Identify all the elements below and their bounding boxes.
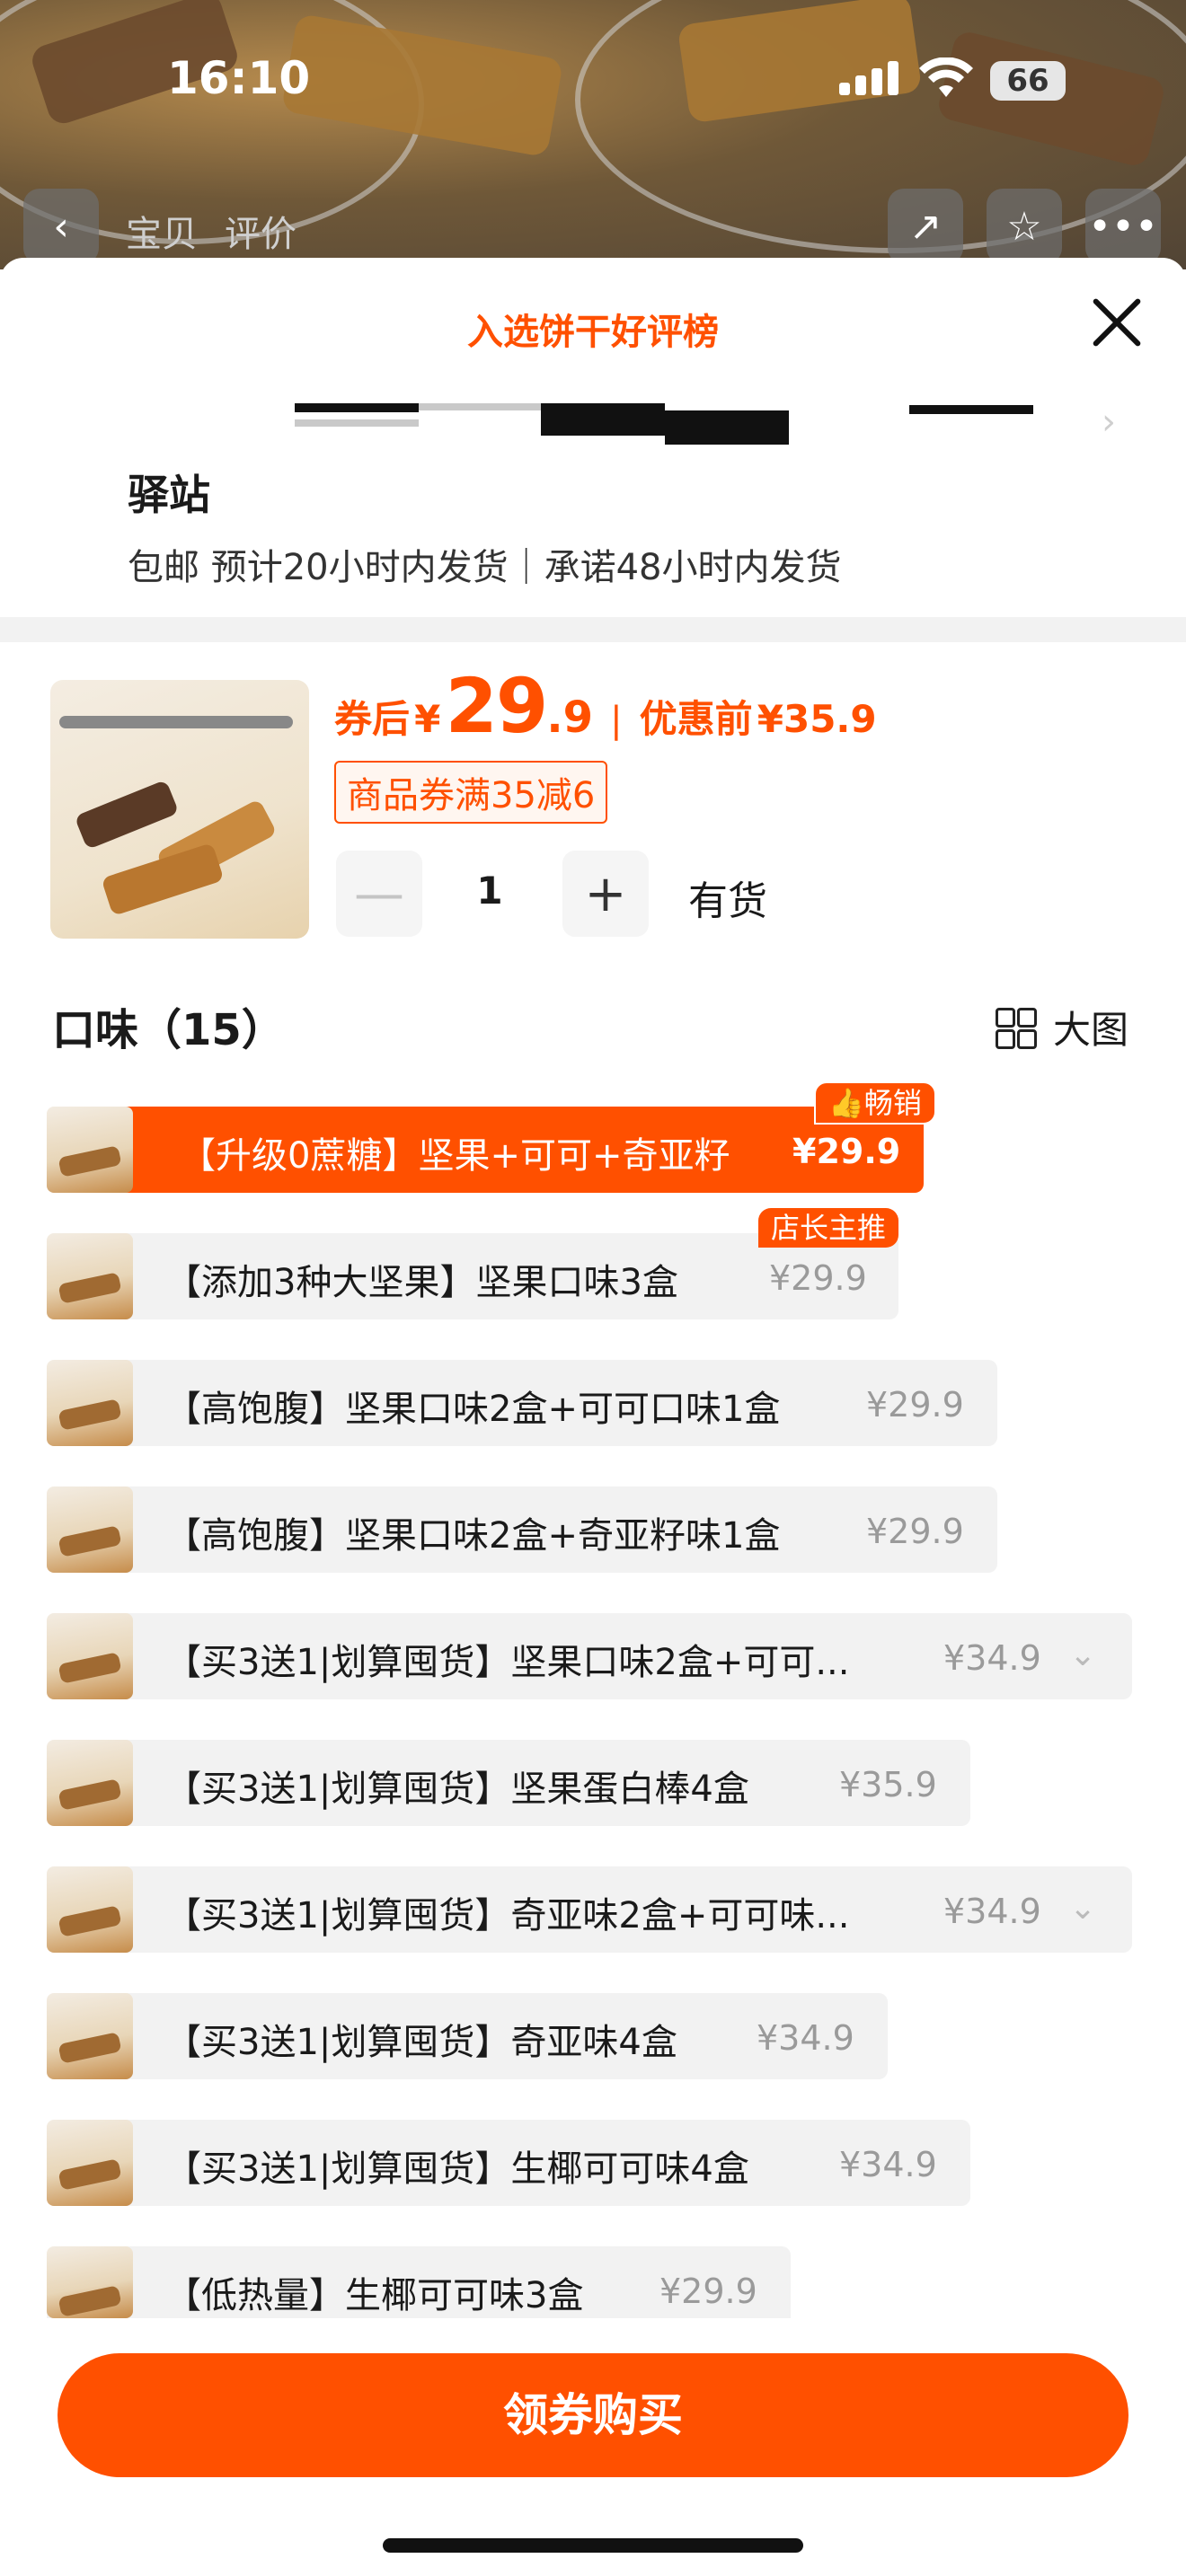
flavor-option[interactable]: 【高饱腹】坚果口味2盒+奇亚籽味1盒 ¥29.9: [47, 1486, 997, 1573]
chevron-down-icon[interactable]: ⌄: [1069, 1636, 1096, 1673]
flavor-label: 【低热量】生椰可可味3盒: [165, 2275, 584, 2316]
claim-coupon-buy-button[interactable]: 领券购买: [58, 2353, 1128, 2477]
flavor-label: 【买3送1|划算囤货】坚果口味2盒+可可...: [165, 1642, 850, 1683]
flavor-thumbnail: [47, 2246, 133, 2318]
price-decimal: .9: [546, 693, 593, 743]
flavor-label: 【高饱腹】坚果口味2盒+可可口味1盒: [165, 1389, 781, 1430]
minus-icon: —: [354, 864, 404, 923]
thumbs-up-icon: 👍: [828, 1086, 864, 1120]
flavor-thumbnail: [47, 1993, 133, 2079]
price-row: 券后 ¥ 29.9 | 优惠前 ¥35.9: [334, 662, 877, 750]
flavor-price: ¥29.9: [866, 1385, 964, 1425]
cellular-signal-icon: [839, 61, 904, 95]
flavor-thumbnail: [47, 1486, 133, 1573]
product-thumbnail[interactable]: [50, 680, 309, 939]
flavor-price: ¥34.9: [757, 2018, 854, 2058]
close-icon[interactable]: [1089, 296, 1143, 349]
flavor-thumbnail: [47, 1233, 133, 1319]
currency-symbol: ¥: [414, 697, 441, 741]
redacted-block: [419, 403, 543, 410]
flavor-option[interactable]: 【升级0蔗糖】坚果+可可+奇亚籽 ¥29.9 👍畅销: [47, 1081, 936, 1193]
redacted-block: [59, 716, 293, 728]
wifi-icon: [919, 57, 973, 97]
flavor-thumbnail: [47, 1107, 133, 1193]
stock-status: 有货: [688, 878, 767, 924]
status-time: 16:10: [167, 52, 311, 104]
flavor-label: 【升级0蔗糖】坚果+可可+奇亚籽: [180, 1135, 730, 1177]
price-separator: |: [610, 700, 623, 741]
star-icon: ☆: [1006, 203, 1042, 250]
price-label: 券后: [334, 697, 411, 741]
bestseller-badge: 👍畅销: [814, 1081, 936, 1125]
section-divider: [0, 617, 1186, 642]
flavor-label: 【添加3种大坚果】坚果口味3盒: [165, 1262, 678, 1303]
redacted-block: [295, 419, 419, 427]
redacted-block: [665, 410, 789, 445]
flavor-price: ¥29.9: [792, 1132, 901, 1171]
redacted-block: [909, 405, 1033, 414]
original-price: ¥35.9: [757, 697, 877, 741]
share-icon: ↗: [908, 203, 943, 250]
flavor-label: 【买3送1|划算囤货】生椰可可味4盒: [165, 2148, 749, 2190]
grid-icon: [996, 1007, 1037, 1049]
favorite-button[interactable]: ☆: [987, 189, 1062, 264]
flavor-section-title: 口味（15）: [52, 1005, 285, 1055]
flavor-option[interactable]: 【买3送1|划算囤货】生椰可可味4盒 ¥34.9: [47, 2120, 970, 2206]
flavor-price: ¥29.9: [866, 1512, 964, 1551]
share-button[interactable]: ↗: [888, 189, 963, 264]
flavor-label: 【买3送1|划算囤货】奇亚味2盒+可可味...: [165, 1895, 850, 1936]
flavor-price: ¥29.9: [769, 1258, 867, 1298]
flavor-thumbnail: [47, 1866, 133, 1953]
coupon-tag: 商品券满35减6: [334, 761, 608, 824]
redacted-block: [295, 403, 419, 412]
chevron-right-icon[interactable]: ›: [1102, 401, 1116, 443]
flavor-thumbnail: [47, 1360, 133, 1446]
sku-sheet: 入选饼干好评榜 › 驿站 包邮 预计20小时内发货｜承诺48小时内发货 券后 ¥…: [0, 258, 1186, 2576]
flavor-option[interactable]: 【买3送1|划算囤货】奇亚味4盒 ¥34.9: [47, 1993, 888, 2079]
flavor-price: ¥34.9: [839, 2145, 937, 2184]
home-indicator[interactable]: [383, 2538, 803, 2553]
flavor-label: 【高饱腹】坚果口味2盒+奇亚籽味1盒: [165, 1515, 781, 1557]
tab-reviews[interactable]: 评价: [225, 205, 296, 257]
flavor-label: 【买3送1|划算囤货】奇亚味4盒: [165, 2022, 677, 2063]
top-navigation: ‹ 宝贝 评价 ↗ ☆ •••: [0, 189, 1186, 264]
flavor-price: ¥29.9: [659, 2272, 757, 2311]
recommend-badge: 店长主推: [758, 1208, 899, 1248]
tab-item[interactable]: 宝贝: [126, 205, 198, 257]
flavor-thumbnail: [47, 1613, 133, 1699]
flavor-price: ¥34.9: [943, 1638, 1041, 1678]
snack-bar-shape: [74, 779, 180, 851]
flavor-option[interactable]: 【添加3种大坚果】坚果口味3盒 ¥29.9 店长主推: [47, 1208, 899, 1319]
price-integer: 29: [445, 662, 548, 750]
flavor-thumbnail: [47, 2120, 133, 2206]
flavor-price: ¥35.9: [839, 1765, 937, 1804]
quantity-increase-button[interactable]: +: [562, 851, 649, 937]
address-title[interactable]: 驿站: [128, 463, 210, 522]
rank-banner[interactable]: 入选饼干好评榜: [0, 303, 1186, 355]
back-button[interactable]: ‹: [23, 189, 99, 264]
more-icon: •••: [1088, 203, 1158, 250]
flavor-option[interactable]: 【买3送1|划算囤货】奇亚味2盒+可可味... ¥34.9 ⌄: [47, 1866, 1132, 1953]
flavor-option[interactable]: 【买3送1|划算囤货】坚果蛋白棒4盒 ¥35.9: [47, 1740, 970, 1826]
big-view-toggle[interactable]: 大图: [996, 1000, 1128, 1054]
quantity-decrease-button[interactable]: —: [336, 851, 422, 937]
flavor-thumbnail: [47, 1740, 133, 1826]
original-price-label: 优惠前: [639, 697, 753, 741]
shipping-info: 包邮 预计20小时内发货｜承诺48小时内发货: [128, 547, 842, 588]
flavor-option[interactable]: 【低热量】生椰可可味3盒 ¥29.9: [47, 2246, 791, 2318]
flavor-price: ¥34.9: [943, 1892, 1041, 1931]
flavor-option[interactable]: 【买3送1|划算囤货】坚果口味2盒+可可... ¥34.9 ⌄: [47, 1613, 1132, 1699]
quantity-value[interactable]: 1: [467, 869, 512, 913]
flavor-option[interactable]: 【高饱腹】坚果口味2盒+可可口味1盒 ¥29.9: [47, 1360, 997, 1446]
status-bar: 16:10 66: [0, 0, 1186, 171]
flavor-label: 【买3送1|划算囤货】坚果蛋白棒4盒: [165, 1769, 749, 1810]
redacted-block: [541, 403, 665, 436]
more-button[interactable]: •••: [1085, 189, 1161, 264]
big-view-label: 大图: [1053, 1008, 1129, 1052]
chevron-down-icon[interactable]: ⌄: [1069, 1890, 1096, 1927]
battery-indicator: 66: [990, 61, 1066, 101]
plus-icon: +: [584, 864, 627, 923]
chevron-left-icon: ‹: [53, 203, 69, 250]
